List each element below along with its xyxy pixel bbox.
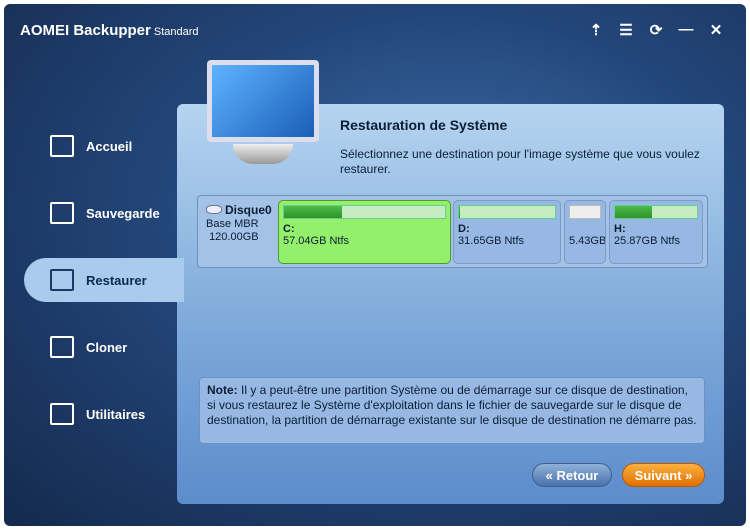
partition-h[interactable]: H: 25.87GB Ntfs xyxy=(609,200,703,264)
sidebar-item-label: Sauvegarde xyxy=(86,205,160,221)
note-label: Note: xyxy=(207,383,238,397)
sidebar-item-label: Cloner xyxy=(86,339,128,355)
sidebar-item-label: Utilitaires xyxy=(86,406,146,422)
next-button[interactable]: Suivant » xyxy=(622,463,705,487)
disk-icon xyxy=(206,205,222,214)
sidebar-item-cloner[interactable]: Cloner xyxy=(24,325,184,369)
sidebar-item-sauvegarde[interactable]: Sauvegarde xyxy=(24,191,184,235)
usage-bar xyxy=(569,205,601,219)
note-box: Note: Il y a peut-être une partition Sys… xyxy=(199,377,705,444)
partition-info: 25.87GB Ntfs xyxy=(614,235,681,247)
upgrade-icon[interactable]: ⇡ xyxy=(588,21,604,39)
menu-icon[interactable]: ☰ xyxy=(618,21,634,39)
page-title: Restauration de Système xyxy=(340,117,508,133)
refresh-icon[interactable]: ⟳ xyxy=(648,21,664,39)
partition-letter: C: xyxy=(283,223,295,235)
usage-fill xyxy=(284,206,342,218)
partition-d[interactable]: D: 31.65GB Ntfs xyxy=(453,200,561,264)
disk-name: Disque0 xyxy=(225,203,272,217)
tools-icon xyxy=(50,403,74,425)
monitor-restore-icon xyxy=(203,60,333,175)
minimize-icon[interactable]: — xyxy=(678,21,694,39)
backup-icon xyxy=(50,202,74,224)
page-description: Sélectionnez une destination pour l'imag… xyxy=(340,147,700,176)
app-edition: Standard xyxy=(153,26,199,38)
sidebar-item-utilitaires[interactable]: Utilitaires xyxy=(24,392,184,436)
app-title: AOMEI Backupper Standard xyxy=(20,22,199,39)
usage-fill xyxy=(615,206,652,218)
disk-row: Disque0 Base MBR 120.00GB C: 57.04GB Ntfs … xyxy=(197,195,708,268)
disk-info: Disque0 Base MBR 120.00GB xyxy=(206,204,272,244)
home-icon xyxy=(50,135,74,157)
sidebar-item-accueil[interactable]: Accueil xyxy=(24,124,184,168)
disk-size: 120.00GB xyxy=(209,231,259,243)
partition-c[interactable]: C: 57.04GB Ntfs xyxy=(278,200,451,264)
partition-unlabeled[interactable]: 5.43GB xyxy=(564,200,606,264)
sidebar-item-restaurer[interactable]: Restaurer xyxy=(24,258,184,302)
clone-icon xyxy=(50,336,74,358)
note-text: Il y a peut-être une partition Système o… xyxy=(207,383,697,427)
restore-icon xyxy=(50,269,74,291)
partition-info: 31.65GB Ntfs xyxy=(458,235,525,247)
partition-letter: H: xyxy=(614,223,626,235)
partition-info: 57.04GB Ntfs xyxy=(283,235,350,247)
partition-info: 5.43GB xyxy=(569,235,606,247)
close-icon[interactable]: ✕ xyxy=(708,21,724,39)
back-button[interactable]: « Retour xyxy=(532,463,612,487)
usage-fill xyxy=(459,206,460,218)
sidebar-item-label: Restaurer xyxy=(86,272,147,288)
usage-bar xyxy=(283,205,446,219)
partition-letter: D: xyxy=(458,223,470,235)
sidebar-item-label: Accueil xyxy=(86,138,133,154)
disk-type: Base MBR xyxy=(206,218,259,230)
sidebar: Accueil Sauvegarde Restaurer Cloner Util… xyxy=(24,124,184,459)
usage-bar xyxy=(614,205,698,219)
usage-bar xyxy=(458,205,556,219)
app-name: AOMEI Backupper xyxy=(20,22,151,39)
